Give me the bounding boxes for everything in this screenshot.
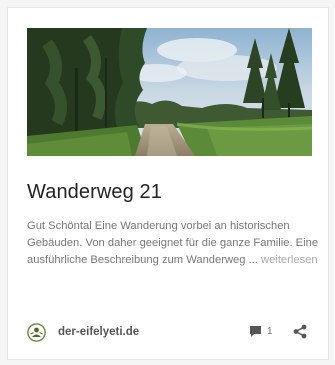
source-link[interactable]: der-eifelyeti.de	[27, 320, 139, 344]
yeti-logo-icon	[27, 322, 46, 342]
source-name: der-eifelyeti.de	[58, 326, 140, 338]
read-more-link[interactable]: weiterlesen	[261, 254, 318, 266]
post-footer: der-eifelyeti.de 1	[27, 320, 312, 344]
post-excerpt: Gut Schöntal Eine Wanderung vorbei an hi…	[27, 218, 319, 270]
comments-button[interactable]: 1	[249, 325, 273, 338]
post-image[interactable]	[27, 28, 312, 156]
share-icon	[293, 324, 307, 339]
post-title[interactable]: Wanderweg 21	[27, 180, 162, 204]
comment-icon	[250, 326, 261, 337]
forest-path-photo	[27, 28, 312, 156]
comment-count: 1	[267, 326, 273, 337]
share-button[interactable]	[293, 324, 307, 339]
post-card: Wanderweg 21 Gut Schöntal Eine Wanderung…	[7, 7, 329, 360]
